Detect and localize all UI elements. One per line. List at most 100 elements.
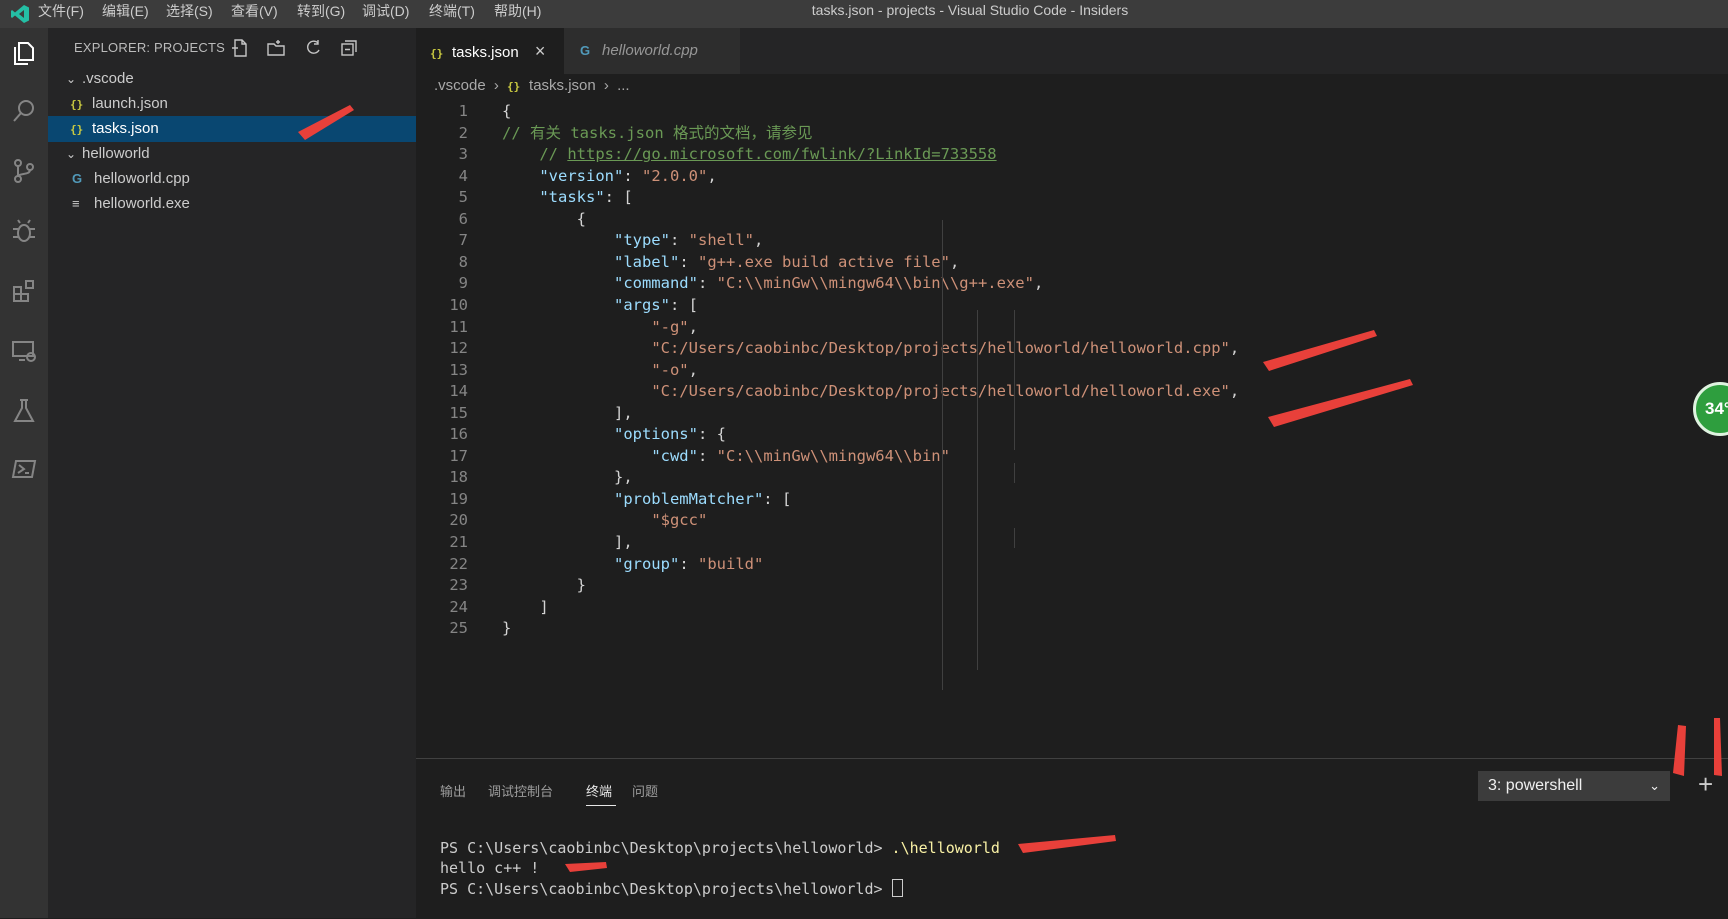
indent-guide [942,220,943,690]
panel-tab-output[interactable]: 输出 [440,781,466,800]
code-line[interactable]: 9 "command": "C:\\minGw\\mingw64\\bin\\g… [416,272,1728,296]
tree-label: tasks.json [92,120,159,137]
tree-folder-vscode[interactable]: ⌄ .vscode [48,66,416,92]
cpp-file-icon: G [72,171,83,186]
line-text: ], [613,533,633,551]
breadcrumb: .vscode › {} tasks.json › ... [434,74,630,98]
code-line[interactable]: 18 }, [416,466,1728,490]
refresh-icon[interactable] [303,38,323,58]
line-number: 9 [458,274,468,293]
tree-folder-helloworld[interactable]: ⌄ helloworld [48,141,416,167]
line-text: "tasks": [ [539,188,633,207]
line-number: 10 [449,295,468,314]
menu-help[interactable]: 帮助(H) [494,0,541,28]
code-line[interactable]: 24 ] [416,596,1728,620]
line-number: 4 [458,166,468,185]
tab-tasks-json[interactable]: {} tasks.json × [416,28,564,74]
menu-terminal[interactable]: 终端(T) [429,0,475,28]
code-line[interactable]: 14 "C:/Users/caobinbc/Desktop/projects/h… [416,380,1728,404]
json-file-icon: {} [430,47,444,60]
testing-flask-icon[interactable] [0,388,48,434]
json-file-icon: {} [70,98,84,111]
tree-file-launch-json[interactable]: {} launch.json [48,91,416,117]
code-line[interactable]: 3 // https://go.microsoft.com/fwlink/?Li… [416,143,1728,167]
code-line[interactable]: 7 "type": "shell", [416,229,1728,253]
new-file-icon[interactable] [230,38,250,58]
terminal-line[interactable]: PS C:\Users\caobinbc\Desktop\projects\he… [440,879,903,898]
json-file-icon: {} [507,80,521,93]
line-text: }, [613,468,633,487]
tree-label: launch.json [92,95,168,112]
line-text: "-o", [651,360,698,379]
code-line[interactable]: 13 "-o", [416,359,1728,383]
tree-file-helloworld-cpp[interactable]: Ghelloworld.cpp [48,166,416,192]
extensions-icon[interactable] [0,268,48,314]
line-number: 5 [458,188,468,207]
code-line[interactable]: 15 ], [416,402,1728,426]
terminal-select[interactable]: 3: powershell ⌄ [1478,771,1670,801]
remote-explorer-icon[interactable] [0,328,48,374]
code-line[interactable]: 6 { [416,208,1728,232]
code-line[interactable]: 25} [416,617,1728,641]
line-number: 19 [449,489,468,508]
code-line[interactable]: 23 } [416,574,1728,598]
code-line[interactable]: 16 "options": { [416,423,1728,447]
line-number: 18 [449,468,468,487]
code-line[interactable]: 4 "version": "2.0.0", [416,165,1728,189]
menu-edit[interactable]: 编辑(E) [102,0,149,28]
code-line[interactable]: 2 // 有关 tasks.json 格式的文档，请参见 [416,122,1728,146]
breadcrumb-file[interactable]: tasks.json [529,77,596,94]
menu-go[interactable]: 转到(G) [297,0,345,28]
code-line[interactable]: 8 "label": "g++.exe build active file", [416,251,1728,275]
panel-tab-terminal[interactable]: 终端 [586,781,612,800]
line-text: // 有关 tasks.json 格式的文档，请参见 [502,123,813,142]
chevron-down-icon: ⌄ [66,147,77,161]
code-line[interactable]: 17 "cwd": "C:\\minGw\\mingw64\\bin" [416,445,1728,469]
active-tab-underline [586,805,616,806]
breadcrumb-folder[interactable]: .vscode [434,77,486,94]
terminal-line: PS C:\Users\caobinbc\Desktop\projects\he… [440,839,1000,857]
line-number: 25 [449,619,468,638]
code-line[interactable]: 21 ], [416,531,1728,555]
code-line[interactable]: 5 "tasks": [ [416,186,1728,210]
bottom-panel: 输出 调试控制台 终端 问题 3: powershell ⌄ + PS C:\U… [416,758,1728,919]
panel-tab-debug-console[interactable]: 调试控制台 [488,781,553,800]
code-line[interactable]: 1{ [416,100,1728,124]
panel-tab-problems[interactable]: 问题 [632,781,658,800]
code-line[interactable]: 22 "group": "build" [416,553,1728,577]
line-number: 14 [449,382,468,401]
code-line[interactable]: 20 "$gcc" [416,509,1728,533]
code-line[interactable]: 11 "-g", [416,316,1728,340]
new-folder-icon[interactable] [266,38,286,58]
breadcrumb-more[interactable]: ... [617,77,630,94]
tab-helloworld-cpp[interactable]: Ghelloworld.cpp [564,28,740,74]
menu-file[interactable]: 文件(F) [38,0,84,28]
tree-label: helloworld.cpp [94,170,190,187]
powershell-icon[interactable] [0,446,48,492]
tree-file-tasks-json[interactable]: {} tasks.json [48,116,416,142]
code-line[interactable]: 10 "args": [ [416,294,1728,318]
line-number: 21 [449,533,468,551]
line-text: { [502,102,512,120]
line-text: "args": [ [613,295,699,314]
indent-guide [977,310,978,670]
code-line[interactable]: 12 "C:/Users/caobinbc/Desktop/projects/h… [416,337,1728,361]
line-number: 15 [449,403,468,422]
debug-icon[interactable] [0,208,48,254]
menu-view[interactable]: 查看(V) [231,0,278,28]
menu-debug[interactable]: 调试(D) [362,0,409,28]
indent-guide [1014,528,1015,548]
close-icon[interactable]: × [535,41,546,61]
tab-label: tasks.json [452,44,519,61]
source-control-icon[interactable] [0,148,48,194]
collapse-all-icon[interactable] [339,38,359,58]
code-editor[interactable]: 1{2// 有关 tasks.json 格式的文档，请参见 3 // https:… [416,98,1728,758]
code-line[interactable]: 19 "problemMatcher": [ [416,488,1728,512]
search-icon[interactable] [0,88,48,134]
menu-selection[interactable]: 选择(S) [166,0,213,28]
tree-file-helloworld-exe[interactable]: ≡ helloworld.exe [48,191,416,217]
new-terminal-button[interactable]: + [1698,769,1713,800]
explorer-sidebar: EXPLORER: PROJECTS ⌄ .vscode {} launch.jso… [48,28,416,918]
files-icon[interactable] [0,30,48,76]
chevron-right-icon: › [603,77,609,94]
